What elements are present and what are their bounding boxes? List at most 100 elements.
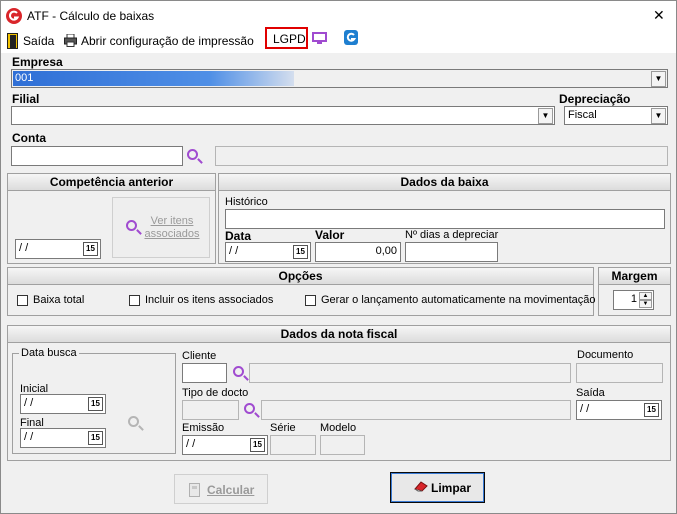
eraser-icon [413,480,429,492]
margin-value: 1 [630,293,637,305]
depreciation-value: Fiscal [568,109,597,121]
model-field [320,435,365,455]
initial-date-input[interactable]: / / 15 [20,394,106,414]
margin-stepper[interactable]: 1 ▲ ▼ [613,290,654,310]
days-input[interactable] [405,242,498,262]
previous-competence-date-value: / / [19,242,29,254]
calendar-icon[interactable]: 15 [88,397,103,411]
chevron-down-icon[interactable]: ▼ [538,108,553,124]
calendar-icon[interactable]: 15 [83,242,98,256]
history-input[interactable] [225,209,665,229]
generate-entry-label: Gerar o lançamento automaticamente na mo… [321,294,596,306]
calendar-icon[interactable]: 15 [644,403,659,417]
title-bar: ATF - Cálculo de baixas ✕ [1,1,676,31]
toolbar: Saída Abrir configuração de impressão LG… [1,27,676,53]
view-items-label: Ver itens associados [144,215,200,240]
options-title: Opções [8,268,593,285]
search-date-group: Data busca Inicial / / 15 Final / / 15 [12,347,176,454]
date-label: Data [225,229,252,243]
issue-date-value: / / [186,438,196,450]
exit-date-input[interactable]: / / 15 [576,400,662,420]
history-label: Histórico [225,196,268,208]
stepper-up-icon[interactable]: ▲ [639,292,652,300]
view-items-button: Ver itens associados [112,197,210,258]
exit-date-label: Saída [576,387,605,399]
calculator-icon [189,483,200,497]
doc-type-code-field [182,400,239,420]
doc-type-name-field [261,400,571,420]
final-date-value: / / [24,431,34,443]
amount-input[interactable]: 0,00 [315,242,401,262]
calendar-icon[interactable]: 15 [88,431,103,445]
monitor-icon[interactable] [312,32,327,45]
branch-select[interactable]: ▼ [11,106,555,125]
series-label: Série [270,422,296,434]
chevron-down-icon[interactable]: ▼ [651,71,666,87]
series-field [270,435,316,455]
include-items-label: Incluir os itens associados [145,294,274,306]
total-writeoff-checkbox[interactable] [17,295,28,306]
app-logo-icon [6,8,22,24]
account-description-field [215,146,668,166]
account-label: Conta [12,131,46,145]
margin-title: Margem [599,268,670,285]
client-search-icon[interactable] [233,366,244,377]
doc-type-search-icon[interactable] [244,403,255,414]
amount-value: 0,00 [375,245,397,257]
company-selection-highlight [13,71,294,86]
doc-type-label: Tipo de docto [182,387,249,399]
previous-competence-date[interactable]: / / 15 [15,239,101,259]
invoice-panel: Dados da nota fiscal Data busca Inicial … [7,325,671,461]
model-label: Modelo [320,422,357,434]
calendar-icon[interactable]: 15 [293,245,308,259]
document-field [576,363,663,383]
depreciation-label: Depreciação [559,92,631,106]
stepper-down-icon[interactable]: ▼ [639,300,652,308]
client-name-field [249,363,571,383]
generate-entry-checkbox[interactable] [305,295,316,306]
magnifier-icon [126,220,137,231]
include-items-checkbox[interactable] [129,295,140,306]
final-date-input[interactable]: / / 15 [20,428,106,448]
date-search-icon [128,416,139,427]
lgpd-label: LGPD [273,32,306,46]
client-code-input[interactable] [182,363,227,383]
calendar-icon[interactable]: 15 [250,438,265,452]
margin-panel: Margem 1 ▲ ▼ [598,267,671,316]
company-label: Empresa [12,55,63,69]
brand-g-icon[interactable] [344,30,358,45]
clear-button[interactable]: Limpar [390,472,485,503]
account-input[interactable] [11,146,183,166]
invoice-title: Dados da nota fiscal [8,326,670,343]
amount-label: Valor [315,228,345,242]
exit-date-value: / / [580,403,590,415]
chevron-down-icon[interactable]: ▼ [651,108,666,124]
previous-competence-title: Competência anterior [8,174,215,191]
clear-label: Limpar [431,481,472,495]
issue-date-label: Emissão [182,422,225,434]
days-label: Nº dias a depreciar [405,229,499,241]
printer-icon [64,33,77,47]
company-select[interactable]: 001 ▼ [11,69,668,88]
exit-button[interactable]: Saída [23,34,54,48]
initial-date-value: / / [24,397,34,409]
write-off-date-value: / / [229,245,239,257]
write-off-date-input[interactable]: / / 15 [225,242,311,262]
close-icon[interactable]: ✕ [653,7,665,24]
previous-competence-panel: Competência anterior Ver itens associado… [7,173,216,264]
document-label: Documento [577,349,634,361]
depreciation-select[interactable]: Fiscal ▼ [564,106,668,125]
window-title: ATF - Cálculo de baixas [27,9,155,23]
write-off-panel: Dados da baixa Histórico Data / / 15 Val… [218,173,671,264]
exit-door-icon [7,33,18,49]
print-config-button[interactable]: Abrir configuração de impressão [81,34,254,48]
company-value: 001 [15,72,34,84]
write-off-title: Dados da baixa [219,174,670,191]
account-search-icon[interactable] [187,149,198,160]
branch-label: Filial [12,92,40,106]
options-panel: Opções Baixa total Incluir os itens asso… [7,267,596,316]
calculate-label: Calcular [207,483,255,497]
issue-date-input[interactable]: / / 15 [182,435,268,455]
search-date-label: Data busca [19,347,79,359]
lgpd-button[interactable]: LGPD [265,27,308,49]
